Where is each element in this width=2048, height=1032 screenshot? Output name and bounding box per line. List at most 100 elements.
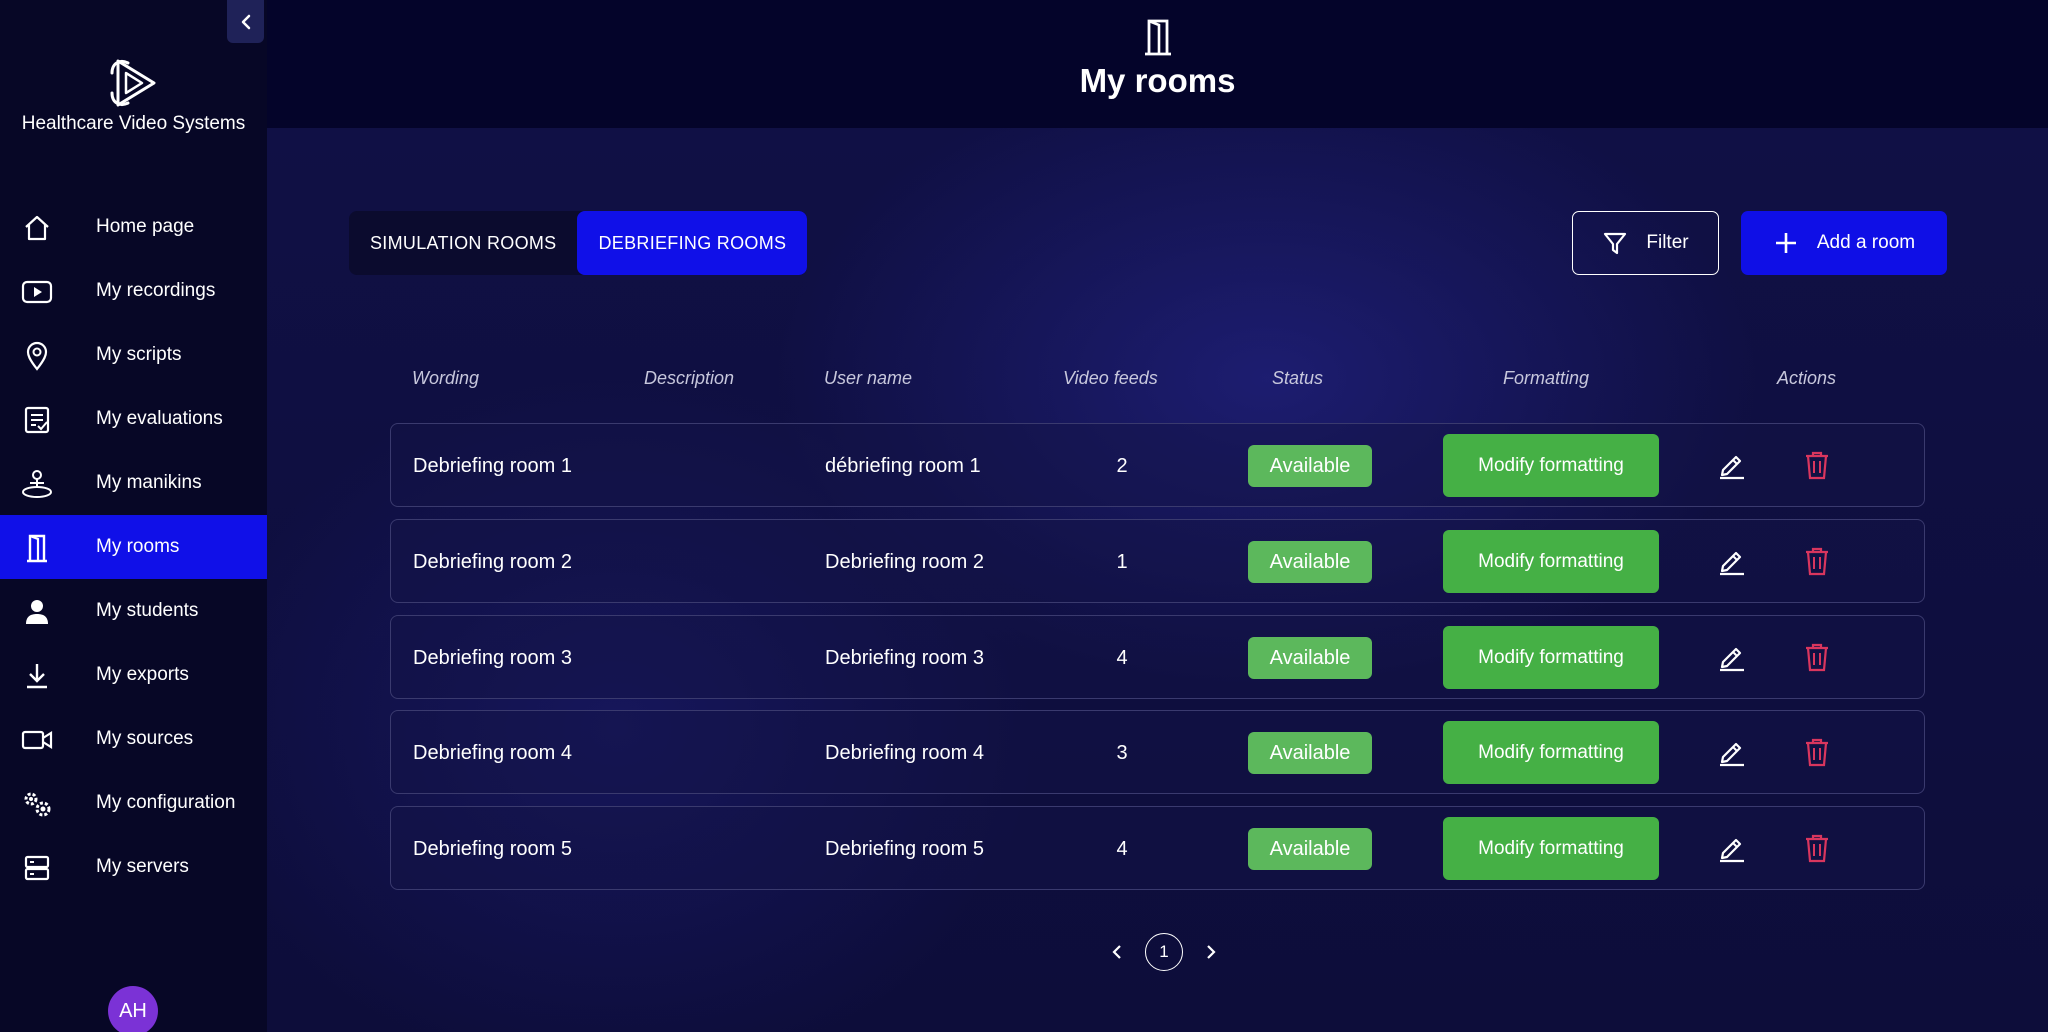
table-row: Debriefing room 5 Debriefing room 5 4 Av… [390,806,1925,890]
edit-icon[interactable] [1717,642,1747,672]
add-room-label: Add a room [1816,232,1916,253]
status-badge: Available [1248,541,1372,583]
tab-debriefing-rooms[interactable]: DEBRIEFING ROOMS [577,211,808,275]
sidebar-item-label: My manikins [96,472,202,493]
column-header-video-feeds: Video feeds [1063,368,1158,388]
cell-video-feeds: 1 [1116,550,1128,573]
filter-icon [1604,232,1627,255]
chevron-right-icon [1207,945,1216,959]
trash-icon[interactable] [1804,833,1830,863]
edit-icon[interactable] [1717,833,1747,863]
column-header-description: Description [644,368,735,388]
trash-icon[interactable] [1804,546,1830,576]
cell-video-feeds: 4 [1116,837,1128,860]
modify-formatting-button[interactable]: Modify formatting [1443,721,1659,784]
sidebar-item-students[interactable]: My students [0,579,267,643]
play-icon [20,277,54,307]
column-header-wording: Wording [412,368,480,388]
status-badge: Available [1248,637,1372,679]
page-title: My rooms [1079,62,1236,99]
trash-icon[interactable] [1804,642,1830,672]
sidebar-item-configuration[interactable]: My configuration [0,771,267,835]
trash-icon[interactable] [1804,737,1830,767]
cell-wording: Debriefing room 1 [413,454,572,477]
status-badge: Available [1248,732,1372,774]
column-header-actions: Actions [1777,368,1837,388]
sidebar-item-sources[interactable]: My sources [0,707,267,771]
logo-icon [110,59,155,107]
location-pin-icon [20,341,54,371]
cell-user-name: débriefing room 1 [825,454,981,477]
column-header-status: Status [1272,368,1324,388]
column-header-formatting: Formatting [1503,368,1590,388]
avatar[interactable]: AH [108,986,158,1032]
sidebar-collapse-button[interactable] [227,0,264,43]
brand[interactable]: Healthcare Video Systems [0,55,267,135]
trash-icon[interactable] [1804,450,1830,480]
door-icon [20,533,54,563]
sidebar-item-evaluations[interactable]: My evaluations [0,387,267,451]
sidebar-item-label: My rooms [96,536,180,557]
sidebar-nav: Home page My recordings My scripts My ev… [0,195,267,899]
cell-user-name: Debriefing room 4 [825,741,984,764]
add-room-button[interactable]: Add a room [1741,211,1947,275]
filter-label: Filter [1646,232,1689,253]
previous-page-button[interactable] [1105,940,1129,964]
edit-icon[interactable] [1717,737,1747,767]
next-page-button[interactable] [1199,940,1223,964]
sidebar-item-exports[interactable]: My exports [0,643,267,707]
sidebar-item-label: My scripts [96,344,182,365]
pagination: 1 [1105,932,1223,972]
cell-user-name: Debriefing room 2 [825,550,984,573]
table-row: Debriefing room 1 débriefing room 1 2 Av… [390,423,1925,507]
sidebar-item-label: My configuration [96,792,236,813]
filter-button[interactable]: Filter [1572,211,1719,275]
status-badge: Available [1248,828,1372,870]
sidebar-item-label: My students [96,600,199,621]
table-row: Debriefing room 4 Debriefing room 4 3 Av… [390,710,1925,794]
modify-formatting-button[interactable]: Modify formatting [1443,626,1659,689]
sidebar-item-servers[interactable]: My servers [0,835,267,899]
room-tabs: SIMULATION ROOMS DEBRIEFING ROOMS [349,211,808,275]
cell-video-feeds: 2 [1116,454,1128,477]
sidebar-item-rooms[interactable]: My rooms [0,515,267,579]
sidebar-item-label: My recordings [96,280,216,301]
table-row: Debriefing room 3 Debriefing room 3 4 Av… [390,615,1925,699]
download-icon [20,661,54,691]
cell-video-feeds: 3 [1116,741,1128,764]
chevron-left-icon [1112,945,1121,959]
sidebar-item-recordings[interactable]: My recordings [0,259,267,323]
sidebar-item-label: My exports [96,664,189,685]
status-badge: Available [1248,445,1372,487]
sidebar: Healthcare Video Systems Home page My re… [0,0,267,1032]
server-icon [20,853,54,883]
sidebar-item-manikins[interactable]: My manikins [0,451,267,515]
gears-icon [20,789,54,819]
door-icon [1145,19,1171,56]
modify-formatting-button[interactable]: Modify formatting [1443,434,1659,497]
edit-icon[interactable] [1717,450,1747,480]
sidebar-item-scripts[interactable]: My scripts [0,323,267,387]
checklist-icon [20,405,54,435]
brand-name: Healthcare Video Systems [21,113,246,134]
sidebar-item-label: My sources [96,728,194,749]
tab-simulation-rooms[interactable]: SIMULATION ROOMS [349,211,577,275]
table-row: Debriefing room 2 Debriefing room 2 1 Av… [390,519,1925,603]
person-icon [20,597,54,627]
home-icon [20,213,54,243]
cell-user-name: Debriefing room 5 [825,837,984,860]
manikin-icon [20,469,54,499]
edit-icon[interactable] [1717,546,1747,576]
cell-user-name: Debriefing room 3 [825,646,984,669]
cell-wording: Debriefing room 2 [413,550,572,573]
sidebar-item-label: My servers [96,856,189,877]
sidebar-item-label: My evaluations [96,408,223,429]
column-header-user-name: User name [824,368,913,388]
cell-wording: Debriefing room 4 [413,741,572,764]
modify-formatting-button[interactable]: Modify formatting [1443,817,1659,880]
plus-icon [1775,233,1796,253]
page-number-button[interactable]: 1 [1145,933,1183,971]
video-camera-icon [20,725,54,755]
sidebar-item-home[interactable]: Home page [0,195,267,259]
modify-formatting-button[interactable]: Modify formatting [1443,530,1659,593]
